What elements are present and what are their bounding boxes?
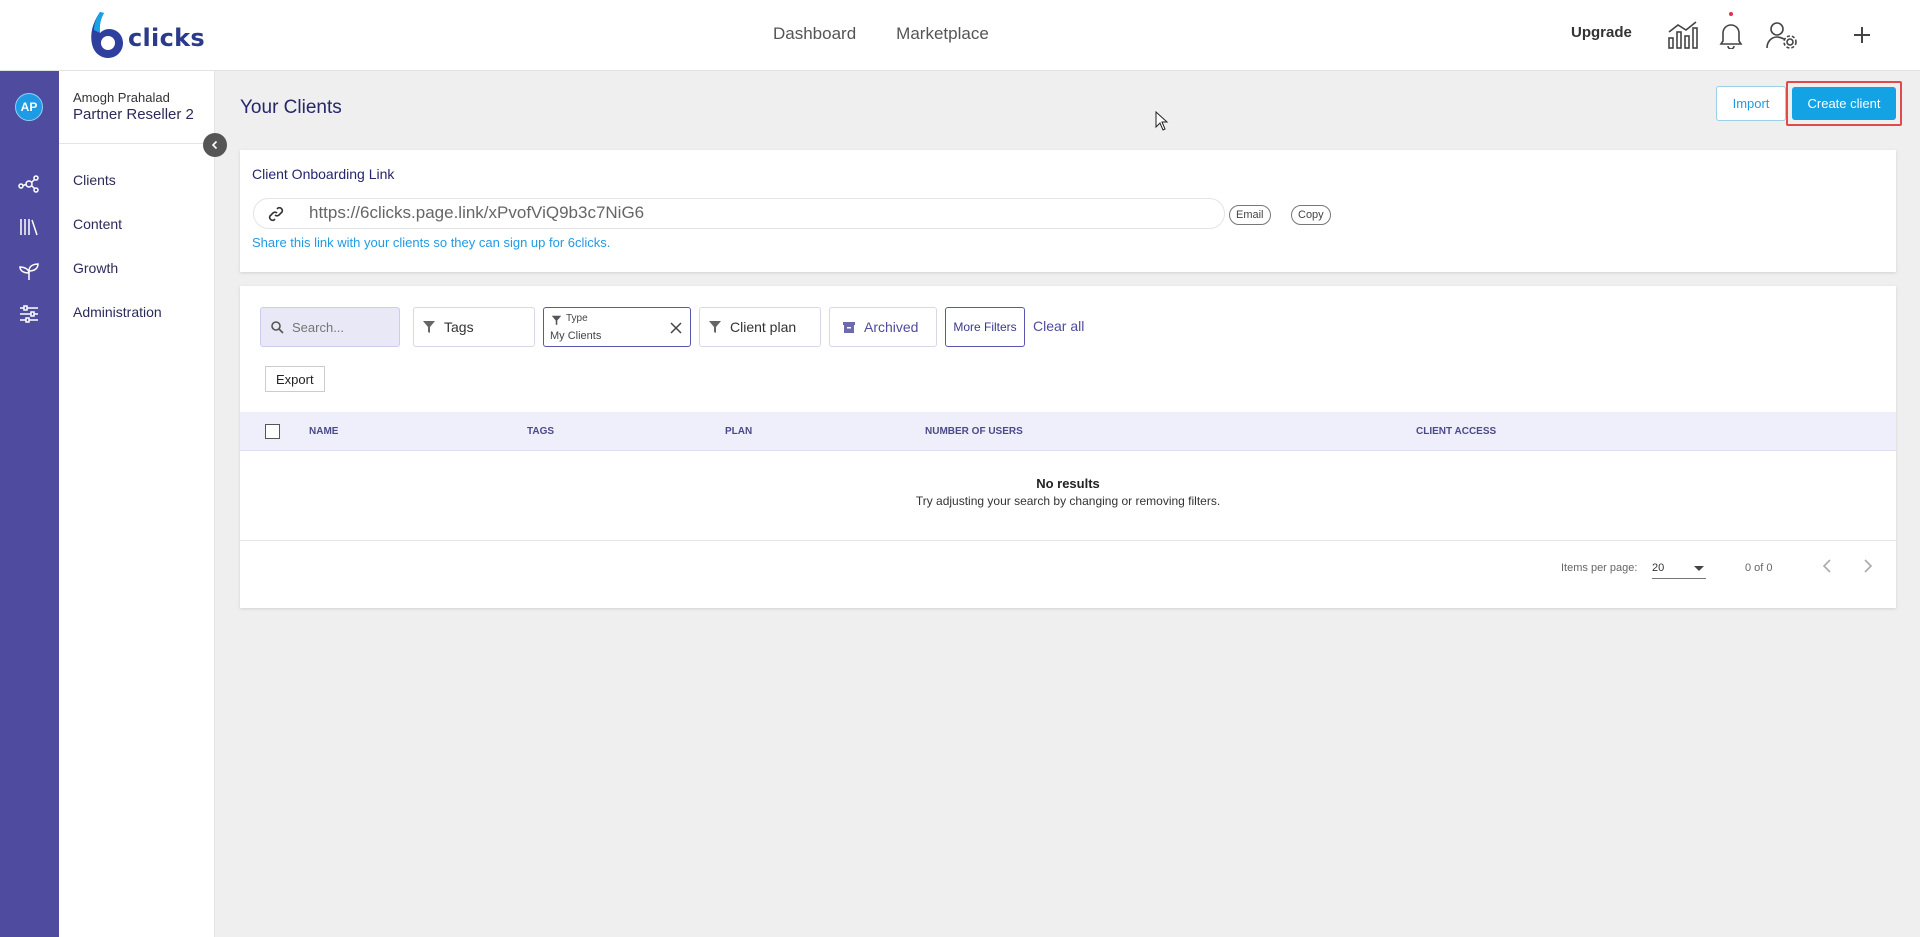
filter-icon: [422, 320, 436, 334]
clear-all-link[interactable]: Clear all: [1033, 318, 1084, 334]
org-name: Partner Reseller 2: [73, 106, 194, 123]
empty-title: No results: [1036, 476, 1100, 491]
type-filter[interactable]: Type My Clients: [543, 307, 691, 347]
import-button[interactable]: Import: [1716, 86, 1786, 121]
client-plan-filter-label: Client plan: [730, 319, 797, 335]
sliders-icon[interactable]: [17, 302, 41, 326]
clear-type-filter-icon[interactable]: [670, 321, 682, 337]
next-page-button[interactable]: [1858, 556, 1878, 576]
chevron-left-icon: [1822, 559, 1831, 573]
onboarding-hint: Share this link with your clients so the…: [252, 235, 611, 250]
chevron-right-icon: [1864, 559, 1873, 573]
select-all-checkbox[interactable]: [265, 424, 280, 439]
items-per-page-value: 20: [1652, 562, 1665, 574]
column-plan[interactable]: PLAN: [725, 426, 752, 437]
previous-page-button[interactable]: [1817, 556, 1837, 576]
onboarding-link-field[interactable]: https://6clicks.page.link/xPvofViQ9b3c7N…: [253, 198, 1225, 229]
onboarding-title: Client Onboarding Link: [252, 166, 395, 182]
search-icon: [271, 320, 284, 334]
avatar[interactable]: AP: [15, 93, 43, 121]
type-filter-value: My Clients: [550, 330, 602, 342]
copy-link-button[interactable]: Copy: [1291, 205, 1331, 225]
nav-marketplace[interactable]: Marketplace: [896, 24, 989, 44]
analytics-icon[interactable]: [1665, 18, 1699, 52]
items-per-page-label: Items per page:: [1561, 562, 1638, 574]
plus-icon[interactable]: [1845, 18, 1879, 52]
more-filters-button[interactable]: More Filters: [945, 307, 1025, 347]
column-name[interactable]: NAME: [309, 426, 338, 437]
sidebar-item-clients[interactable]: Clients: [73, 172, 116, 188]
onboarding-url: https://6clicks.page.link/xPvofViQ9b3c7N…: [309, 203, 645, 222]
clients-list-card: Tags Type My Clients Client plan Archive…: [240, 286, 1896, 608]
tags-filter-label: Tags: [444, 319, 474, 335]
icon-rail: AP: [0, 71, 59, 937]
user-settings-icon[interactable]: [1765, 18, 1799, 52]
bell-icon[interactable]: [1714, 18, 1748, 52]
export-button[interactable]: Export: [265, 366, 325, 392]
sidebar-item-growth[interactable]: Growth: [73, 260, 118, 276]
sidebar-item-administration[interactable]: Administration: [73, 304, 162, 320]
archived-filter-label: Archived: [864, 319, 919, 335]
column-number-of-users[interactable]: NUMBER OF USERS: [925, 426, 1023, 437]
search-box[interactable]: [260, 307, 400, 347]
user-name: Amogh Prahalad: [73, 90, 170, 105]
pagination-range: 0 of 0: [1745, 562, 1773, 574]
notification-dot: [1729, 12, 1733, 16]
tags-filter[interactable]: Tags: [413, 307, 535, 347]
library-icon[interactable]: [17, 215, 41, 239]
items-per-page-select[interactable]: 20: [1652, 557, 1706, 579]
upgrade-link[interactable]: Upgrade: [1571, 24, 1632, 41]
create-client-button[interactable]: Create client: [1792, 87, 1896, 120]
sidebar-item-content[interactable]: Content: [73, 216, 122, 232]
filter-icon: [551, 313, 562, 329]
sprout-icon[interactable]: [17, 259, 41, 283]
archived-filter[interactable]: Archived: [829, 307, 937, 347]
user-block[interactable]: Amogh Prahalad Partner Reseller 2: [59, 71, 214, 144]
client-plan-filter[interactable]: Client plan: [699, 307, 821, 347]
search-input[interactable]: [292, 319, 392, 335]
column-tags[interactable]: TAGS: [527, 426, 554, 437]
top-bar: clicks Dashboard Marketplace Upgrade: [0, 0, 1920, 71]
logo-text: clicks: [128, 24, 205, 52]
filter-icon: [708, 320, 722, 334]
collapse-sidebar-button[interactable]: [203, 133, 227, 157]
page-title: Your Clients: [240, 97, 342, 118]
email-link-button[interactable]: Email: [1229, 205, 1271, 225]
logo-six-icon: [91, 12, 123, 58]
mouse-cursor-icon: [1155, 111, 1169, 131]
type-filter-label: Type: [566, 313, 588, 324]
empty-subtitle: Try adjusting your search by changing or…: [915, 494, 1221, 508]
empty-state: No results Try adjusting your search by …: [240, 476, 1896, 508]
archive-icon: [842, 320, 856, 334]
sidebar: Amogh Prahalad Partner Reseller 2 Client…: [59, 71, 215, 937]
caret-down-icon: [1694, 566, 1704, 571]
nav-dashboard[interactable]: Dashboard: [773, 24, 856, 44]
onboarding-card: Client Onboarding Link https://6clicks.p…: [240, 150, 1896, 272]
link-icon: [268, 206, 284, 222]
divider: [240, 540, 1896, 541]
column-client-access[interactable]: CLIENT ACCESS: [1416, 426, 1496, 437]
table-header: NAME TAGS PLAN NUMBER OF USERS CLIENT AC…: [240, 412, 1896, 451]
brand-logo[interactable]: clicks: [86, 10, 205, 60]
create-client-highlight: Create client: [1786, 81, 1902, 126]
network-icon[interactable]: [17, 172, 41, 196]
chevron-left-icon: [211, 140, 218, 150]
top-nav: Dashboard Marketplace: [773, 24, 989, 44]
